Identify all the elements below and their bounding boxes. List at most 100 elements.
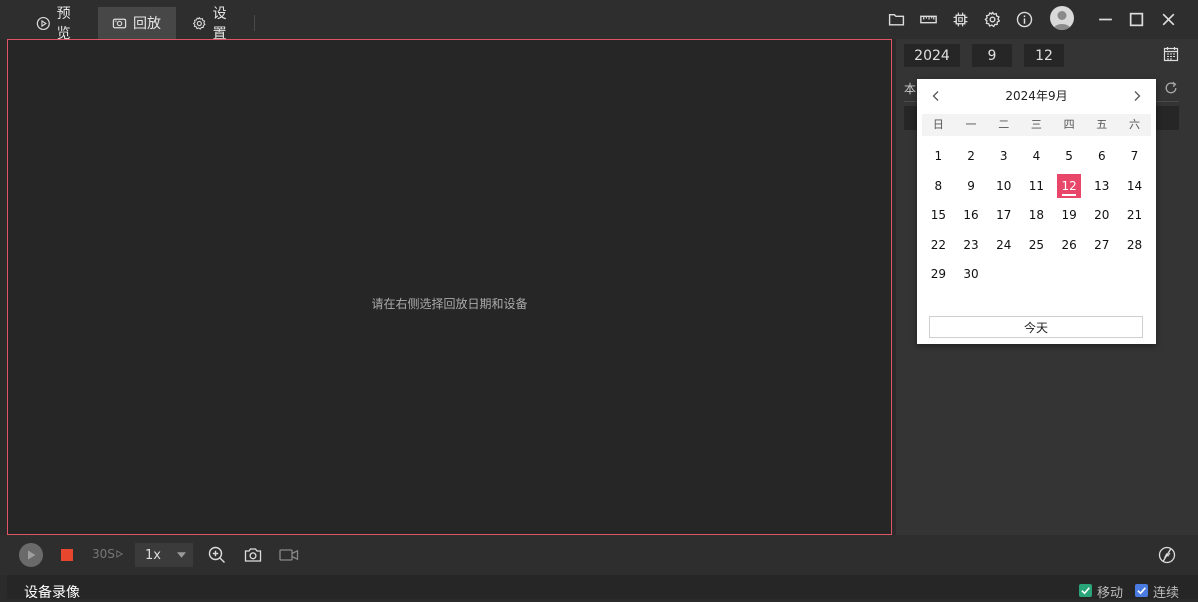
avatar-icon: [1053, 11, 1071, 30]
calendar-day-label: 11: [1028, 178, 1045, 193]
close-icon[interactable]: [1159, 10, 1177, 28]
calendar-day[interactable]: 16: [955, 203, 988, 227]
calendar-day-label: 6: [1097, 149, 1106, 163]
calendar-day[interactable]: 5: [1053, 144, 1086, 168]
calendar-day[interactable]: 30: [955, 262, 988, 286]
tab-divider: [254, 15, 255, 31]
calendar-day[interactable]: 21: [1118, 203, 1151, 227]
weekday-label: 三: [1030, 118, 1042, 131]
calendar-day[interactable]: 11: [1020, 174, 1053, 198]
calendar-day[interactable]: 13: [1085, 174, 1118, 198]
calendar-day-label: 17: [996, 208, 1012, 222]
recordings-title: 设备录像: [24, 585, 80, 601]
calendar-day-label: 4: [1032, 149, 1041, 163]
tab-playback[interactable]: 回放: [98, 7, 176, 39]
gear-icon: [192, 16, 206, 30]
calendar-day[interactable]: 23: [955, 233, 988, 257]
check-icon: [1137, 587, 1146, 595]
tab-preview[interactable]: 预览: [22, 6, 98, 42]
day-field[interactable]: 12: [1024, 44, 1064, 67]
calendar-day-label: 12: [1057, 173, 1082, 198]
calendar-day-label: 21: [1126, 208, 1143, 222]
calendar-title: 2024年9月: [1005, 89, 1068, 103]
calendar-day[interactable]: 26: [1053, 233, 1086, 257]
recordings-section: [7, 575, 1198, 599]
year-field[interactable]: 2024: [904, 44, 960, 67]
calendar-day-label: 25: [1028, 237, 1045, 252]
calendar-day[interactable]: 14: [1118, 174, 1151, 198]
settings-gear-icon[interactable]: [983, 10, 1001, 28]
play-icon: [28, 550, 36, 560]
calendar-day[interactable]: 18: [1020, 203, 1053, 227]
calendar-day[interactable]: 28: [1118, 233, 1151, 257]
calendar-day[interactable]: 24: [987, 233, 1020, 257]
maximize-icon[interactable]: [1127, 10, 1145, 28]
calendar-day[interactable]: 9: [955, 174, 988, 198]
calendar-day-label: 18: [1028, 208, 1045, 222]
calendar-day[interactable]: 2: [955, 144, 988, 168]
info-icon[interactable]: [1015, 10, 1033, 28]
stop-button[interactable]: [61, 549, 73, 561]
avatar[interactable]: [1050, 6, 1074, 30]
motion-checkbox[interactable]: [1079, 584, 1092, 597]
calendar-day[interactable]: 29: [922, 262, 955, 286]
today-button[interactable]: 今天: [929, 316, 1143, 338]
calendar-day[interactable]: 22: [922, 233, 955, 257]
calendar-day-label: 3: [999, 149, 1008, 163]
skip-arrow-icon: [116, 550, 123, 558]
panel-label: 本: [904, 82, 917, 96]
weekday-label: 二: [998, 118, 1010, 131]
play-circle-icon: [36, 16, 50, 30]
check-icon: [1081, 587, 1090, 595]
calendar-day[interactable]: 25: [1020, 233, 1053, 257]
calendar-day[interactable]: 19: [1053, 203, 1086, 227]
minimize-icon[interactable]: [1096, 10, 1114, 28]
weekday-label: 日: [932, 118, 944, 131]
chip-icon[interactable]: [951, 10, 969, 28]
calendar-day-label: 26: [1061, 237, 1077, 252]
calendar-day[interactable]: 6: [1085, 144, 1118, 168]
calendar-day[interactable]: 3: [987, 144, 1020, 168]
calendar-day-label: 15: [930, 208, 946, 222]
calendar-day-label: 27: [1094, 237, 1110, 252]
tab-settings-label: 设置: [212, 6, 227, 42]
snapshot-camera-icon[interactable]: [244, 546, 262, 564]
calendar-day[interactable]: 10: [987, 174, 1020, 198]
calendar-day[interactable]: 27: [1085, 233, 1118, 257]
video-player[interactable]: 请在右侧选择回放日期和设备: [7, 39, 892, 535]
calendar-day-label: 22: [930, 237, 946, 252]
calendar-day-label: 29: [930, 267, 946, 281]
continuous-label: 连续: [1153, 586, 1180, 601]
weekday-header: 日一二三四五六: [922, 114, 1151, 136]
record-video-icon[interactable]: [279, 546, 299, 564]
folder-icon[interactable]: [887, 10, 905, 28]
calendar-day[interactable]: 17: [987, 203, 1020, 227]
speed-select[interactable]: 1x: [135, 543, 193, 567]
disable-icon[interactable]: [1158, 546, 1176, 564]
play-button[interactable]: [19, 543, 43, 567]
skip-30s-button[interactable]: 30S: [92, 547, 124, 561]
calendar-day-selected[interactable]: 12: [1053, 173, 1086, 198]
refresh-icon[interactable]: [1164, 80, 1178, 94]
calendar-day-label: 5: [1065, 149, 1073, 163]
calendar-day[interactable]: 15: [922, 203, 955, 227]
calendar-day-label: 16: [963, 208, 979, 222]
next-month-icon[interactable]: [1130, 88, 1144, 102]
tab-preview-label: 预览: [56, 6, 71, 42]
calendar-day[interactable]: 1: [922, 144, 955, 168]
calendar-icon[interactable]: [1163, 46, 1179, 62]
tab-playback-label: 回放: [133, 16, 161, 32]
continuous-checkbox[interactable]: [1135, 584, 1148, 597]
calendar-day[interactable]: 8: [922, 174, 955, 198]
calendar-day[interactable]: 20: [1085, 203, 1118, 227]
calendar-day[interactable]: 4: [1020, 144, 1053, 168]
calendar-day[interactable]: 7: [1118, 144, 1151, 168]
calendar-day-label: 13: [1094, 178, 1110, 193]
ruler-icon[interactable]: [919, 10, 937, 28]
weekday-label: 六: [1128, 118, 1140, 131]
calendar-day-label: 2: [967, 149, 975, 163]
tab-settings[interactable]: 设置: [178, 6, 254, 42]
calendar-day-label: 9: [967, 178, 975, 193]
month-field[interactable]: 9: [972, 44, 1012, 67]
zoom-in-icon[interactable]: [208, 546, 226, 564]
